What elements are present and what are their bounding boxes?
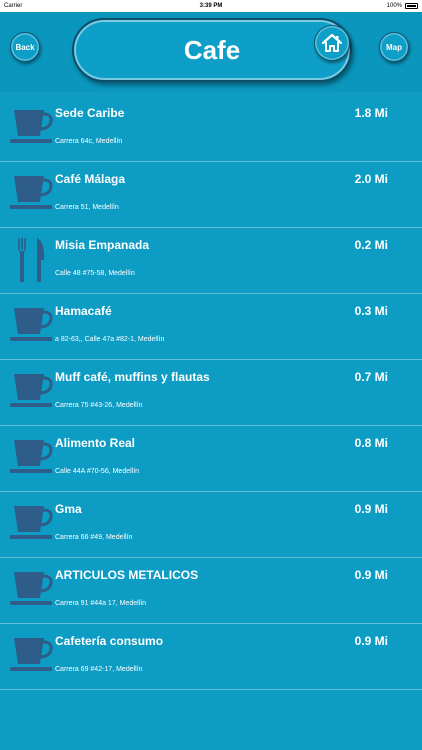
place-name: Cafetería consumo: [55, 634, 164, 648]
status-time: 3:39 PM: [199, 3, 223, 9]
place-address: Calle 44A #70-56, Medellín: [55, 468, 140, 475]
place-address: Carrera 51, Medellín: [55, 204, 119, 211]
place-name: Sede Caribe: [55, 106, 125, 120]
coffee-cup-icon: [10, 436, 54, 480]
place-list-item[interactable]: Muff café, muffins y flautas Carrera 75 #…: [0, 360, 422, 426]
place-list-item[interactable]: Misia Empanada Calle 48 #75-58, Medellín 0…: [0, 228, 422, 294]
place-list-item[interactable]: Cafetería consumo Carrera 69 #42-17, Mede…: [0, 624, 422, 690]
page-title: Cafe: [183, 34, 241, 65]
place-list-item[interactable]: Sede Caribe Carrera 64c, Medellín 1.8 Mi: [0, 96, 422, 162]
status-bar: Carrier 3:39 PM 100%: [0, 0, 422, 12]
place-name: ARTICULOS METALICOS: [55, 568, 199, 582]
coffee-cup-icon: [10, 370, 54, 414]
coffee-cup-icon: [10, 172, 54, 216]
battery-percent: 100%: [386, 3, 402, 9]
place-distance: 0.8 Mi: [354, 436, 388, 450]
place-address: Carrera 69 #42-17, Medellín: [55, 666, 143, 673]
place-name: Alimento Real: [55, 436, 136, 450]
place-list-item[interactable]: Alimento Real Calle 44A #70-56, Medellín 0…: [0, 426, 422, 492]
place-address: Calle 48 #75-58, Medellín: [55, 270, 135, 277]
place-name: Misia Empanada: [55, 238, 150, 252]
place-distance: 0.9 Mi: [354, 634, 388, 648]
place-distance: 1.8 Mi: [354, 106, 388, 120]
header: Back Cafe Map: [0, 12, 422, 92]
place-list-item[interactable]: Gma Carrera 66 #49, Medellín 0.9 Mi: [0, 492, 422, 558]
place-address: Carrera 66 #49, Medellín: [55, 534, 133, 541]
coffee-cup-icon: [10, 304, 54, 348]
place-name: Hamacafé: [55, 304, 112, 318]
place-name: Muff café, muffins y flautas: [55, 370, 210, 384]
place-name: Café Málaga: [55, 172, 126, 186]
place-distance: 0.7 Mi: [354, 370, 388, 384]
coffee-cup-icon: [10, 568, 54, 612]
place-address: Carrera 75 #43-26, Medellín: [55, 402, 143, 409]
place-name: Gma: [55, 502, 82, 516]
place-distance: 0.3 Mi: [354, 304, 388, 318]
home-icon: [321, 33, 343, 52]
place-distance: 0.9 Mi: [354, 568, 388, 582]
place-distance: 2.0 Mi: [354, 172, 388, 186]
place-list-item[interactable]: Café Málaga Carrera 51, Medellín 2.0 Mi: [0, 162, 422, 228]
place-distance: 0.9 Mi: [354, 502, 388, 516]
place-distance: 0.2 Mi: [354, 238, 388, 252]
place-address: a 82-63,, Calle 47a #82-1, Medellín: [55, 336, 165, 343]
home-button[interactable]: [314, 25, 350, 61]
coffee-cup-icon: [10, 106, 54, 150]
place-address: Carrera 64c, Medellín: [55, 138, 123, 145]
fork-knife-icon: [10, 238, 54, 282]
title-pill: Cafe: [72, 18, 352, 82]
place-address: Carrera 91 #44a 17, Medellín: [55, 600, 147, 607]
place-list: Sede Caribe Carrera 64c, Medellín 1.8 Mi Ca…: [0, 96, 422, 690]
coffee-cup-icon: [10, 502, 54, 546]
battery-icon: [405, 3, 418, 9]
back-button[interactable]: Back: [10, 32, 40, 62]
map-button[interactable]: Map: [379, 32, 409, 62]
coffee-cup-icon: [10, 634, 54, 678]
place-list-item[interactable]: Hamacafé a 82-63,, Calle 47a #82-1, Medel…: [0, 294, 422, 360]
place-list-item[interactable]: ARTICULOS METALICOS Carrera 91 #44a 17, M…: [0, 558, 422, 624]
